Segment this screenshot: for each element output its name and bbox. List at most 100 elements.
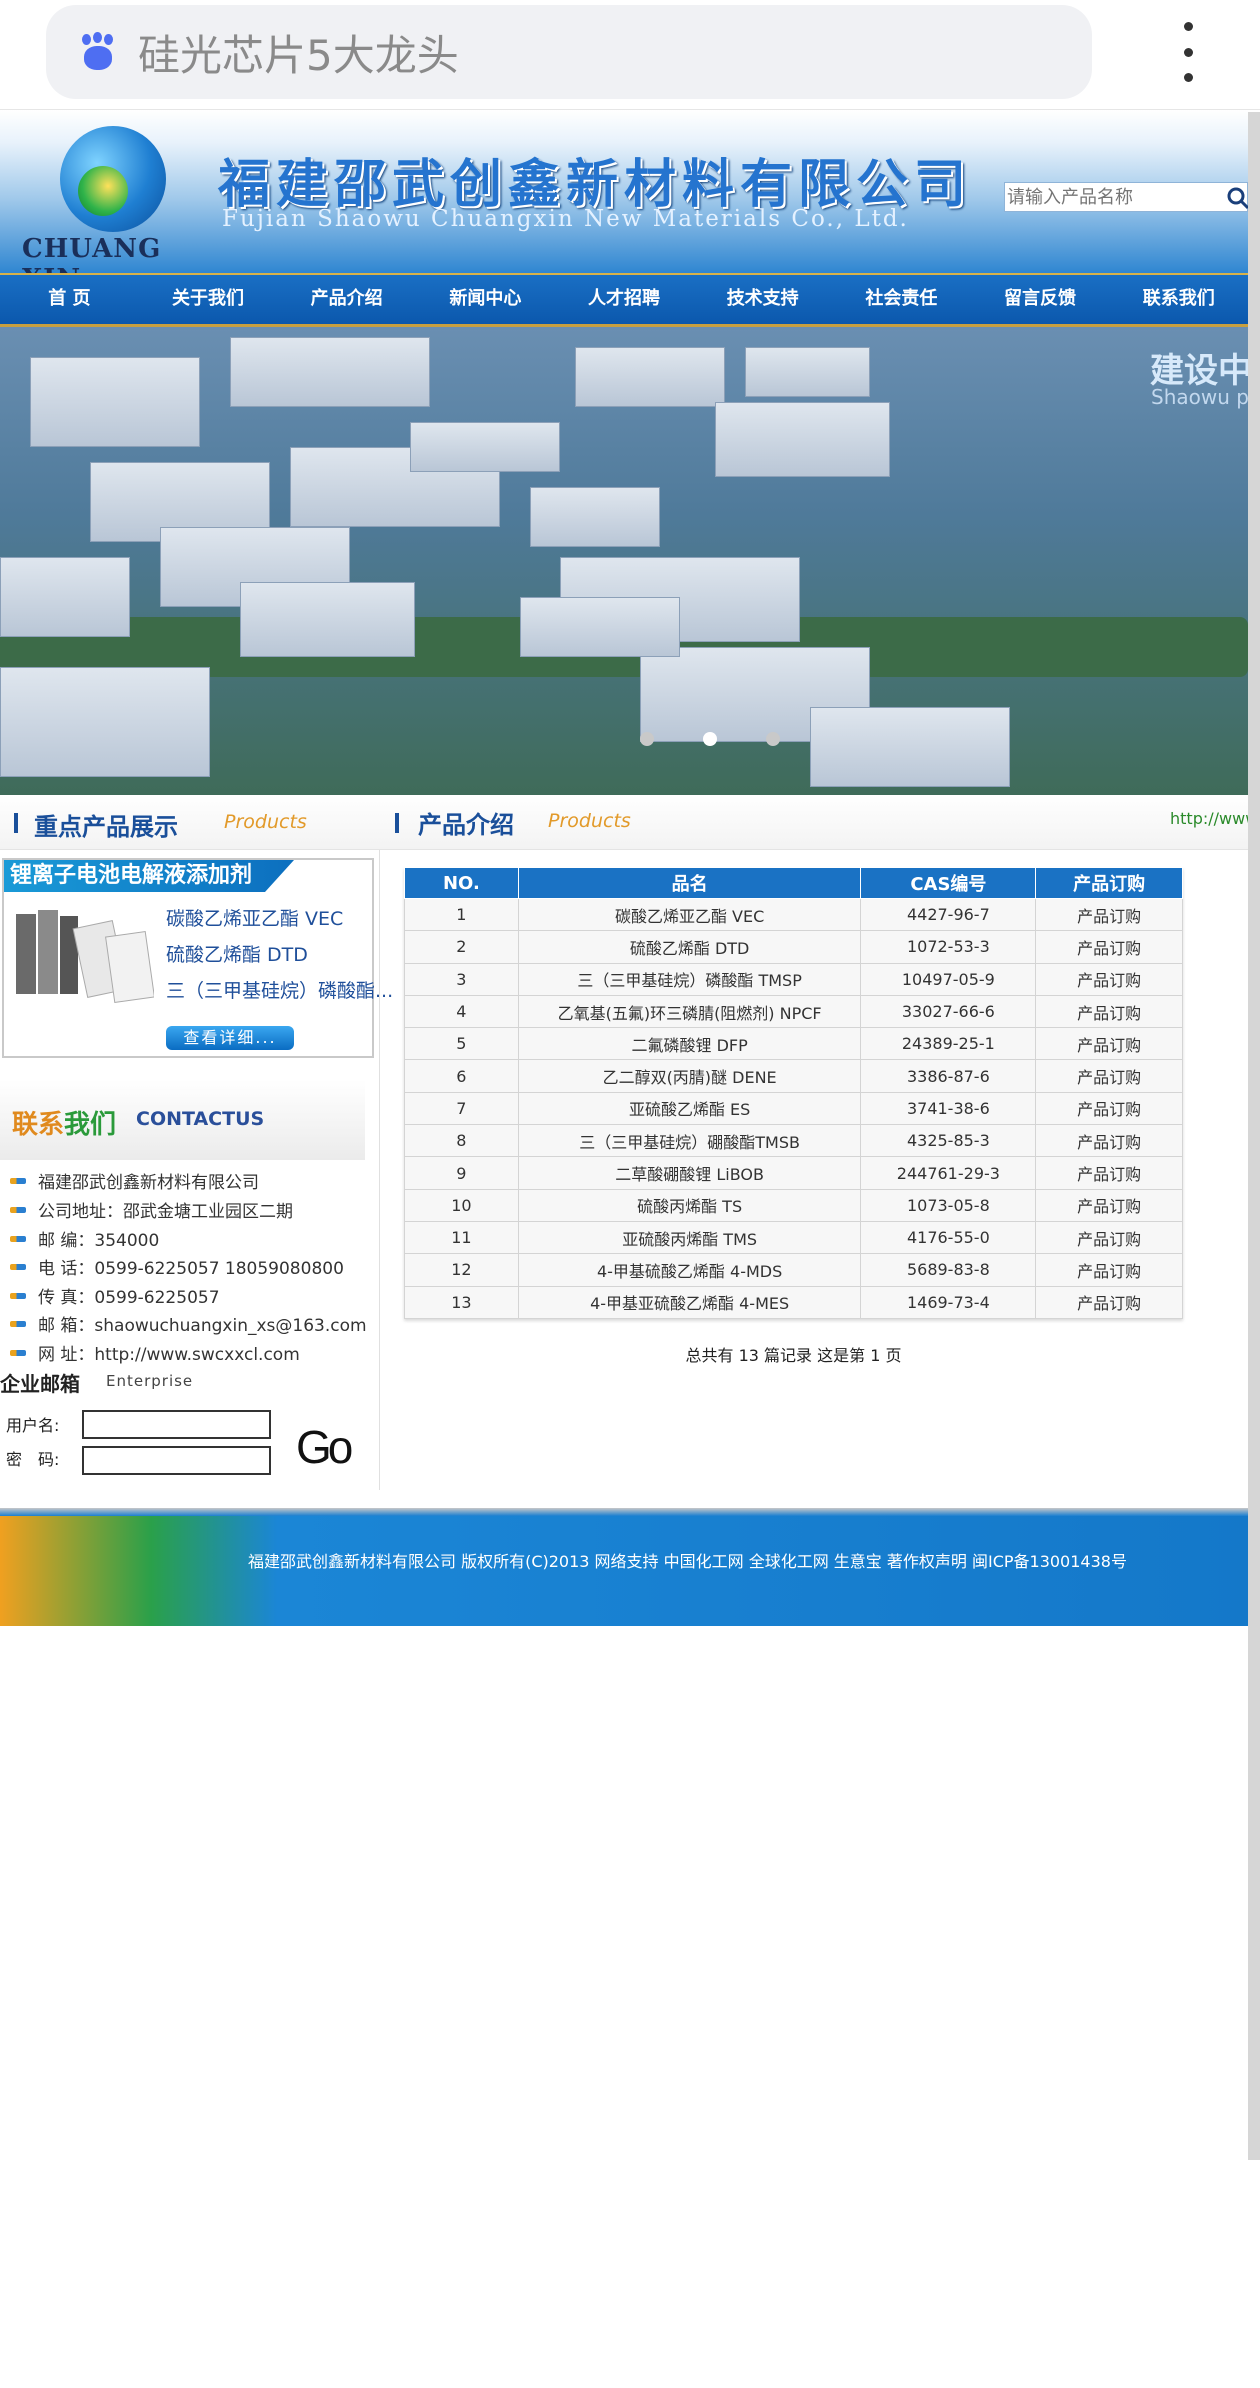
table-row: 8 三（三甲基硅烷）硼酸酯TMSB 4325-85-3 产品订购 — [404, 1124, 1183, 1158]
row-name[interactable]: 碳酸乙烯亚乙酯 VEC — [517, 897, 862, 932]
banner-building — [520, 597, 680, 657]
contact-title-en: CONTACTUS — [136, 1108, 265, 1130]
row-order-link[interactable]: 产品订购 — [1035, 1027, 1183, 1061]
section-marker — [14, 813, 18, 833]
contact-phone-text: 电 话：0599-6225057 18059080800 — [38, 1259, 344, 1279]
row-order-link[interactable]: 产品订购 — [1035, 897, 1183, 932]
row-name[interactable]: 乙氧基(五氟)环三磷腈(阻燃剂) NPCF — [517, 994, 862, 1029]
site-url-link[interactable]: http://www.s — [1170, 809, 1260, 828]
more-vertical-icon[interactable] — [1176, 22, 1200, 82]
row-cas: 33027-66-6 — [860, 994, 1037, 1029]
table-row: 3 三（三甲基硅烷）磷酸酯 TMSP 10497-05-9 产品订购 — [404, 962, 1183, 996]
nav-about[interactable]: 关于我们 — [139, 275, 278, 324]
nav-products[interactable]: 产品介绍 — [277, 275, 416, 324]
row-name[interactable]: 亚硫酸乙烯酯 ES — [517, 1091, 862, 1126]
magnifier-icon[interactable] — [1225, 185, 1248, 211]
nav-responsibility[interactable]: 社会责任 — [832, 275, 971, 324]
row-name[interactable]: 亚硫酸丙烯酯 TMS — [517, 1220, 862, 1255]
nav-support[interactable]: 技术支持 — [693, 275, 832, 324]
row-order-link[interactable]: 产品订购 — [1035, 1285, 1183, 1319]
enterprise-mail-en: Enterprise — [106, 1372, 194, 1390]
table-body: 1 碳酸乙烯亚乙酯 VEC 4427-96-7 产品订购 2 硫酸乙烯酯 DTD 1072-… — [404, 897, 1183, 1319]
baidu-paw-icon — [78, 32, 118, 72]
col-no: NO. — [404, 867, 519, 899]
nav-careers[interactable]: 人才招聘 — [555, 275, 694, 324]
section-headers: 重点产品展示 Products 产品介绍 Products http://www… — [0, 795, 1260, 850]
row-order-link[interactable]: 产品订购 — [1035, 1188, 1183, 1222]
contact-company-text: 福建邵武创鑫新材料有限公司 — [38, 1173, 259, 1193]
featured-link-vec[interactable]: 碳酸乙烯亚乙酯 VEC — [166, 904, 343, 931]
nav-news[interactable]: 新闻中心 — [416, 275, 555, 324]
row-order-link[interactable]: 产品订购 — [1035, 930, 1183, 964]
section-marker — [395, 813, 399, 833]
banner-building — [0, 557, 130, 637]
search-query-text: 硅光芯片5大龙头 — [138, 30, 459, 80]
nav-home[interactable]: 首 页 — [0, 275, 139, 324]
product-table: NO. 品名 CAS编号 产品订购 1 碳酸乙烯亚乙酯 VEC 4427-96-7 产… — [404, 867, 1183, 1319]
address-bar[interactable]: 硅光芯片5大龙头 — [46, 5, 1092, 99]
row-name[interactable]: 二草酸硼酸锂 LiBOB — [517, 1156, 862, 1190]
row-name[interactable]: 二氟磷酸锂 DFP — [517, 1027, 862, 1061]
row-order-link[interactable]: 产品订购 — [1035, 1253, 1183, 1287]
password-input[interactable] — [82, 1446, 271, 1475]
username-label: 用户名: — [6, 1416, 60, 1435]
contact-phone: 电 话：0599-6225057 18059080800 — [10, 1254, 344, 1279]
go-button[interactable]: Go — [296, 1420, 353, 1474]
row-name[interactable]: 三（三甲基硅烷）硼酸酯TMSB — [517, 1124, 862, 1158]
row-no: 7 — [404, 1091, 519, 1126]
row-order-link[interactable]: 产品订购 — [1035, 994, 1183, 1029]
contact-email-text: 邮 箱：shaowuchuangxin_xs@163.com — [38, 1316, 367, 1336]
nav-contact[interactable]: 联系我们 — [1109, 275, 1248, 324]
featured-link-tmsp[interactable]: 三（三甲基硅烷）磷酸酯... — [166, 976, 393, 1003]
row-name[interactable]: 硫酸丙烯酯 TS — [517, 1188, 862, 1222]
row-name[interactable]: 三（三甲基硅烷）磷酸酯 TMSP — [517, 962, 862, 996]
table-row: 5 二氟磷酸锂 DFP 24389-25-1 产品订购 — [404, 1027, 1183, 1061]
company-logo[interactable]: CHUANG XIN — [20, 122, 200, 273]
contact-fax-text: 传 真：0599-6225057 — [38, 1288, 220, 1308]
row-no: 9 — [404, 1156, 519, 1190]
contact-postcode: 邮 编：354000 — [10, 1226, 159, 1251]
carousel-dot[interactable] — [766, 732, 780, 746]
password-label: 密 码: — [6, 1450, 60, 1469]
banner-building — [230, 337, 430, 407]
site-header: CHUANG XIN 福建邵武创鑫新材料有限公司 Fujian Shaowu C… — [0, 110, 1248, 273]
col-order: 产品订购 — [1035, 867, 1183, 899]
carousel-dot-active[interactable] — [703, 732, 717, 746]
row-order-link[interactable]: 产品订购 — [1035, 1091, 1183, 1126]
view-details-button[interactable]: 查看详细... — [166, 1026, 294, 1050]
row-name[interactable]: 硫酸乙烯酯 DTD — [517, 930, 862, 964]
row-cas: 24389-25-1 — [860, 1027, 1037, 1061]
logo-emblem — [60, 126, 166, 232]
row-name[interactable]: 4-甲基硫酸乙烯酯 4-MDS — [517, 1253, 862, 1287]
table-row: 4 乙氧基(五氟)环三磷腈(阻燃剂) NPCF 33027-66-6 产品订购 — [404, 994, 1183, 1029]
row-order-link[interactable]: 产品订购 — [1035, 962, 1183, 996]
nav-feedback[interactable]: 留言反馈 — [971, 275, 1110, 324]
table-header-row: NO. 品名 CAS编号 产品订购 — [404, 867, 1183, 899]
row-cas: 1072-53-3 — [860, 930, 1037, 964]
banner-subtitle: Shaowu pro — [1151, 385, 1248, 409]
bullet-icon — [10, 1320, 26, 1327]
row-order-link[interactable]: 产品订购 — [1035, 1156, 1183, 1190]
featured-link-dtd[interactable]: 硫酸乙烯酯 DTD — [166, 940, 308, 967]
username-input[interactable] — [82, 1410, 271, 1439]
contact-email: 邮 箱：shaowuchuangxin_xs@163.com — [10, 1311, 367, 1336]
banner-building — [810, 707, 1010, 787]
row-order-link[interactable]: 产品订购 — [1035, 1220, 1183, 1255]
featured-products-en: Products — [224, 811, 307, 833]
scrollbar[interactable] — [1248, 112, 1260, 2160]
row-no: 6 — [404, 1059, 519, 1093]
contact-address-text: 公司地址：邵武金塘工业园区二期 — [38, 1202, 293, 1222]
row-name[interactable]: 4-甲基亚硫酸乙烯酯 4-MES — [517, 1285, 862, 1319]
contact-company: 福建邵武创鑫新材料有限公司 — [10, 1168, 259, 1193]
featured-products-title: 重点产品展示 — [34, 813, 178, 841]
row-name[interactable]: 乙二醇双(丙腈)醚 DENE — [517, 1059, 862, 1093]
banner-building — [715, 402, 890, 477]
carousel-dot[interactable] — [640, 732, 654, 746]
bullet-icon — [10, 1235, 26, 1242]
row-order-link[interactable]: 产品订购 — [1035, 1124, 1183, 1158]
row-order-link[interactable]: 产品订购 — [1035, 1059, 1183, 1093]
hero-banner[interactable]: 建设中 Shaowu pro — [0, 327, 1248, 795]
product-intro-title: 产品介绍 — [418, 811, 514, 839]
featured-product-box: 锂离子电池电解液添加剂 碳酸乙烯亚乙酯 VEC 硫酸乙烯酯 DTD 三（三甲基硅… — [2, 858, 393, 1058]
product-search-input[interactable] — [1005, 186, 1225, 208]
